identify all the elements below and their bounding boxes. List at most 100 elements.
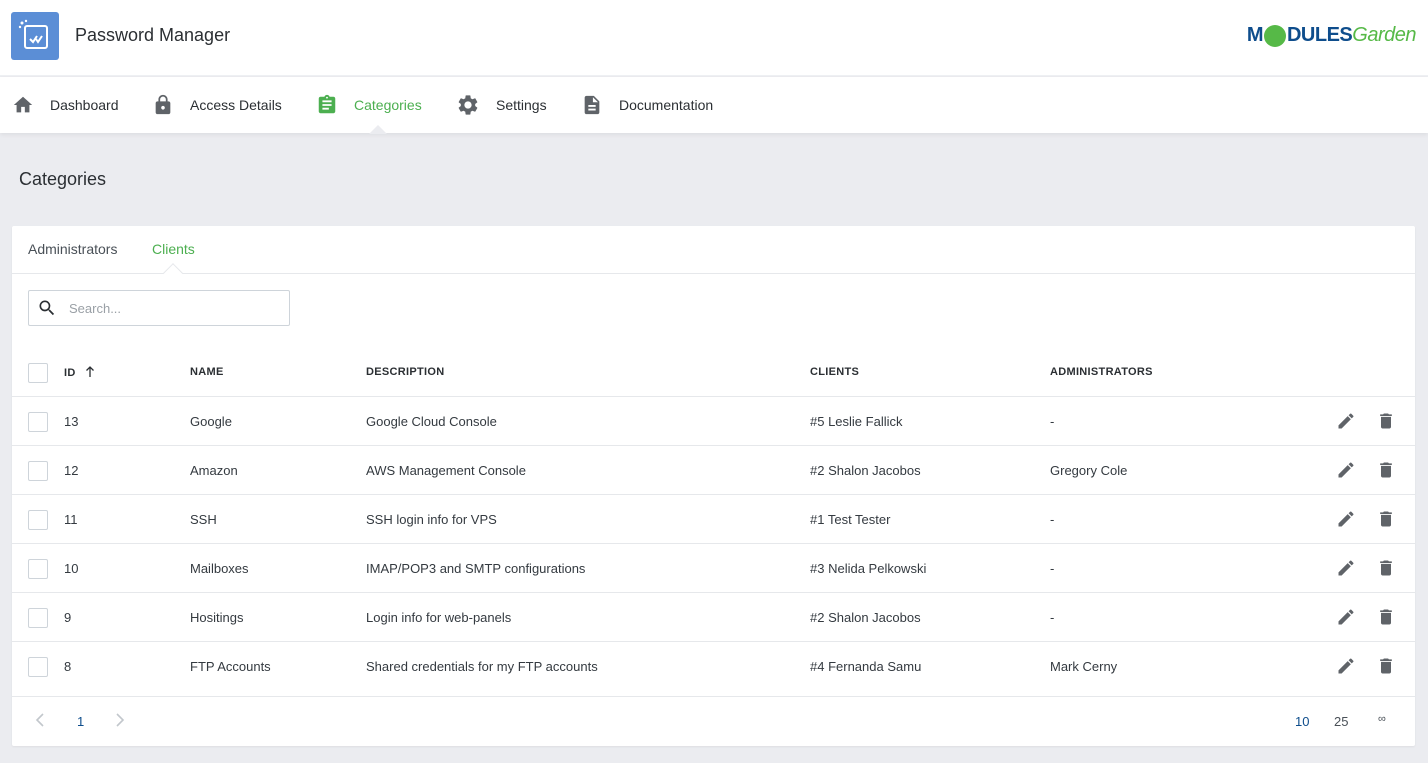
cell-description: SSH login info for VPS: [366, 512, 497, 527]
cell-name: Hositings: [190, 610, 244, 625]
edit-button[interactable]: [1335, 459, 1357, 481]
trash-icon: [1380, 511, 1392, 527]
delete-button[interactable]: [1375, 459, 1397, 481]
edit-icon: [1338, 413, 1354, 429]
page-size-10[interactable]: 10: [1295, 714, 1309, 729]
edit-button[interactable]: [1335, 606, 1357, 628]
column-header-id-label: ID: [64, 367, 76, 379]
cell-description: IMAP/POP3 and SMTP configurations: [366, 561, 586, 576]
cell-id: 12: [64, 463, 79, 478]
cell-name: Amazon: [190, 463, 238, 478]
page-size-all[interactable]: ∞: [1378, 713, 1386, 725]
table-body: 13 Google Google Cloud Console #5 Leslie Fa…: [12, 397, 1415, 691]
categories-card: Administrators Clients ID NAME DESCRIPTI…: [12, 226, 1415, 746]
edit-button[interactable]: [1335, 410, 1357, 432]
cell-administrators: -: [1050, 414, 1055, 429]
page-size-25[interactable]: 25: [1334, 714, 1348, 729]
delete-button[interactable]: [1375, 557, 1397, 579]
search-icon: [39, 300, 55, 316]
column-header-administrators[interactable]: ADMINISTRATORS: [1050, 366, 1153, 378]
delete-button[interactable]: [1375, 655, 1397, 677]
modulesgarden-logo[interactable]: M DULES Garden: [1247, 24, 1416, 47]
cell-description: Login info for web-panels: [366, 610, 512, 625]
edit-icon: [1338, 462, 1354, 478]
column-header-clients[interactable]: CLIENTS: [810, 366, 859, 378]
next-page-button[interactable]: [114, 712, 126, 731]
document-icon: [584, 95, 600, 115]
previous-page-button[interactable]: [34, 712, 46, 731]
categories-table: ID NAME DESCRIPTION CLIENTS ADMINISTRATO…: [12, 348, 1415, 691]
nav-item-dashboard[interactable]: Dashboard: [12, 77, 119, 133]
chevron-left-icon: [35, 713, 44, 727]
sort-ascending-icon: [86, 366, 94, 377]
edit-icon: [1338, 560, 1354, 576]
clipboard-icon: [318, 94, 336, 114]
table-row: 9 Hositings Login info for web-panels #2 Sh…: [12, 593, 1415, 642]
nav-label-access-details: Access Details: [190, 97, 282, 113]
cell-name: Google: [190, 414, 232, 429]
edit-button[interactable]: [1335, 557, 1357, 579]
brand-globe-icon: [1263, 24, 1286, 47]
edit-icon: [1338, 658, 1354, 674]
table-row: 11 SSH SSH login info for VPS #1 Test Teste…: [12, 495, 1415, 544]
brand-mid: DULES: [1286, 24, 1353, 46]
trash-icon: [1380, 658, 1392, 674]
trash-icon: [1380, 609, 1392, 625]
search-box: [28, 290, 290, 326]
select-all-checkbox[interactable]: [28, 363, 48, 383]
table-header: ID NAME DESCRIPTION CLIENTS ADMINISTRATO…: [12, 348, 1415, 397]
cell-administrators: Mark Cerny: [1050, 659, 1118, 674]
row-checkbox[interactable]: [28, 412, 48, 432]
tab-administrators[interactable]: Administrators: [28, 241, 117, 257]
column-header-name[interactable]: NAME: [190, 366, 224, 378]
cell-clients: #3 Nelida Pelkowski: [810, 561, 927, 576]
row-checkbox[interactable]: [28, 657, 48, 677]
cell-administrators: -: [1050, 512, 1055, 527]
cell-id: 11: [64, 512, 78, 527]
nav-label-documentation: Documentation: [619, 97, 714, 113]
cell-clients: #4 Fernanda Samu: [810, 659, 922, 674]
row-checkbox[interactable]: [28, 461, 48, 481]
cell-name: Mailboxes: [190, 561, 249, 576]
cell-id: 13: [64, 414, 79, 429]
cell-administrators: -: [1050, 561, 1055, 576]
search-input[interactable]: [69, 300, 269, 316]
main-nav: Dashboard Access Details Categories Sett…: [0, 77, 1428, 133]
chevron-right-icon: [116, 713, 125, 727]
delete-button[interactable]: [1375, 508, 1397, 530]
nav-label-dashboard: Dashboard: [50, 97, 119, 113]
row-checkbox[interactable]: [28, 559, 48, 579]
cell-clients: #5 Leslie Fallick: [810, 414, 903, 429]
top-bar: Password Manager M DULES Garden: [0, 0, 1428, 76]
edit-icon: [1338, 511, 1354, 527]
nav-item-access-details[interactable]: Access Details: [152, 77, 282, 133]
page-title: Categories: [19, 169, 107, 189]
active-tab-indicator: [163, 263, 183, 283]
column-header-description[interactable]: DESCRIPTION: [366, 366, 444, 378]
lock-icon: [155, 94, 171, 115]
row-checkbox[interactable]: [28, 510, 48, 530]
table-row: 8 FTP Accounts Shared credentials for my F…: [12, 642, 1415, 691]
edit-button[interactable]: [1335, 508, 1357, 530]
trash-icon: [1380, 462, 1392, 478]
delete-button[interactable]: [1375, 606, 1397, 628]
cell-id: 9: [64, 610, 72, 625]
cell-name: SSH: [190, 512, 217, 527]
cell-description: Google Cloud Console: [366, 414, 497, 429]
edit-button[interactable]: [1335, 655, 1357, 677]
cell-clients: #2 Shalon Jacobos: [810, 610, 921, 625]
nav-item-documentation[interactable]: Documentation: [581, 77, 713, 133]
cell-name: FTP Accounts: [190, 659, 271, 674]
brand-prefix: M: [1246, 24, 1264, 46]
home-icon: [13, 96, 33, 113]
cell-administrators: Gregory Cole: [1050, 463, 1128, 478]
cell-administrators: -: [1050, 610, 1055, 625]
delete-button[interactable]: [1375, 410, 1397, 432]
tab-clients[interactable]: Clients: [152, 241, 195, 257]
nav-item-settings[interactable]: Settings: [456, 77, 547, 133]
app-logo[interactable]: [11, 12, 59, 60]
cell-clients: #1 Test Tester: [810, 512, 891, 527]
column-header-id[interactable]: ID: [64, 366, 95, 379]
page-number-1[interactable]: 1: [77, 714, 84, 729]
row-checkbox[interactable]: [28, 608, 48, 628]
